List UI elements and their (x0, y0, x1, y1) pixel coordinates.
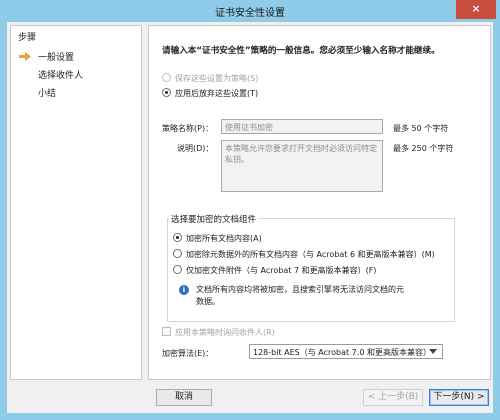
close-button[interactable]: × (456, 0, 496, 19)
encrypt-attachments-label: 仅加密文件附件（与 Acrobat 7 和更高版本兼容）(F) (186, 266, 377, 275)
info-text-line-1: 文档所有内容均将被加密，且搜索引擎将无法访问文档的元 (196, 285, 404, 294)
close-icon: × (471, 2, 481, 15)
info-icon: i (179, 285, 189, 295)
description-hint: 最多 250 个字符 (393, 144, 454, 153)
step-select-recipients: 选择收件人 (38, 71, 84, 81)
discard-settings-label: 应用后放弃这些设置(T) (175, 89, 259, 98)
instruction-heading: 请输入本“证书安全性”策略的一般信息。您必须至少输入名称才能继续。 (162, 46, 440, 56)
title-bar: 证书安全性设置 (0, 0, 500, 22)
encrypt-except-metadata-radio[interactable] (173, 249, 182, 258)
save-policy-radio[interactable] (162, 73, 171, 82)
save-policy-label: 保存这些设置为策略(S) (175, 74, 259, 83)
info-text-line-2: 数据。 (196, 297, 220, 306)
window-frame-right (493, 22, 500, 420)
cancel-button[interactable]: 取消 (156, 389, 212, 406)
policy-name-label: 策略名称(P)： (162, 124, 214, 133)
policy-name-hint: 最多 50 个字符 (393, 124, 449, 133)
description-field[interactable]: 本策略允许您要求打开文档时必须访问特定私钥。 (221, 140, 383, 192)
description-label: 说明(D)： (177, 144, 214, 153)
algorithm-label: 加密算法(E)： (162, 349, 214, 358)
window-frame-bottom (0, 413, 500, 420)
arrow-right-icon (19, 52, 31, 61)
window-title: 证书安全性设置 (215, 8, 285, 19)
encrypt-except-metadata-label: 加密除元数据外的所有文档内容（与 Acrobat 6 和更高版本兼容）(M) (186, 250, 435, 259)
chevron-down-icon (429, 349, 437, 354)
next-button[interactable]: 下一步(N) > (429, 389, 489, 406)
step-general-settings: 一般设置 (38, 53, 75, 63)
encrypt-attachments-radio[interactable] (173, 265, 182, 274)
encrypt-all-label: 加密所有文档内容(A) (186, 234, 262, 243)
steps-pane: 步骤 一般设置 选择收件人 小结 (10, 25, 142, 380)
steps-heading: 步骤 (18, 33, 37, 43)
policy-name-field[interactable]: 使用证书加密 (221, 119, 383, 134)
settings-pane: 请输入本“证书安全性”策略的一般信息。您必须至少输入名称才能继续。 保存这些设置… (148, 25, 491, 380)
back-button[interactable]: < 上一步(B) (363, 389, 423, 406)
ask-recipients-label: 应用本策略时询问收件人(R) (175, 328, 275, 337)
step-summary: 小结 (38, 89, 57, 99)
encrypt-all-radio[interactable] (173, 233, 182, 242)
ask-recipients-checkbox[interactable] (162, 327, 171, 336)
encrypt-components-title: 选择要加密的文档组件 (169, 213, 259, 225)
algorithm-select[interactable]: 128-bit AES（与 Acrobat 7.0 和更高版本兼容） (249, 344, 443, 359)
window-frame-left (0, 22, 7, 420)
discard-settings-radio[interactable] (162, 88, 171, 97)
